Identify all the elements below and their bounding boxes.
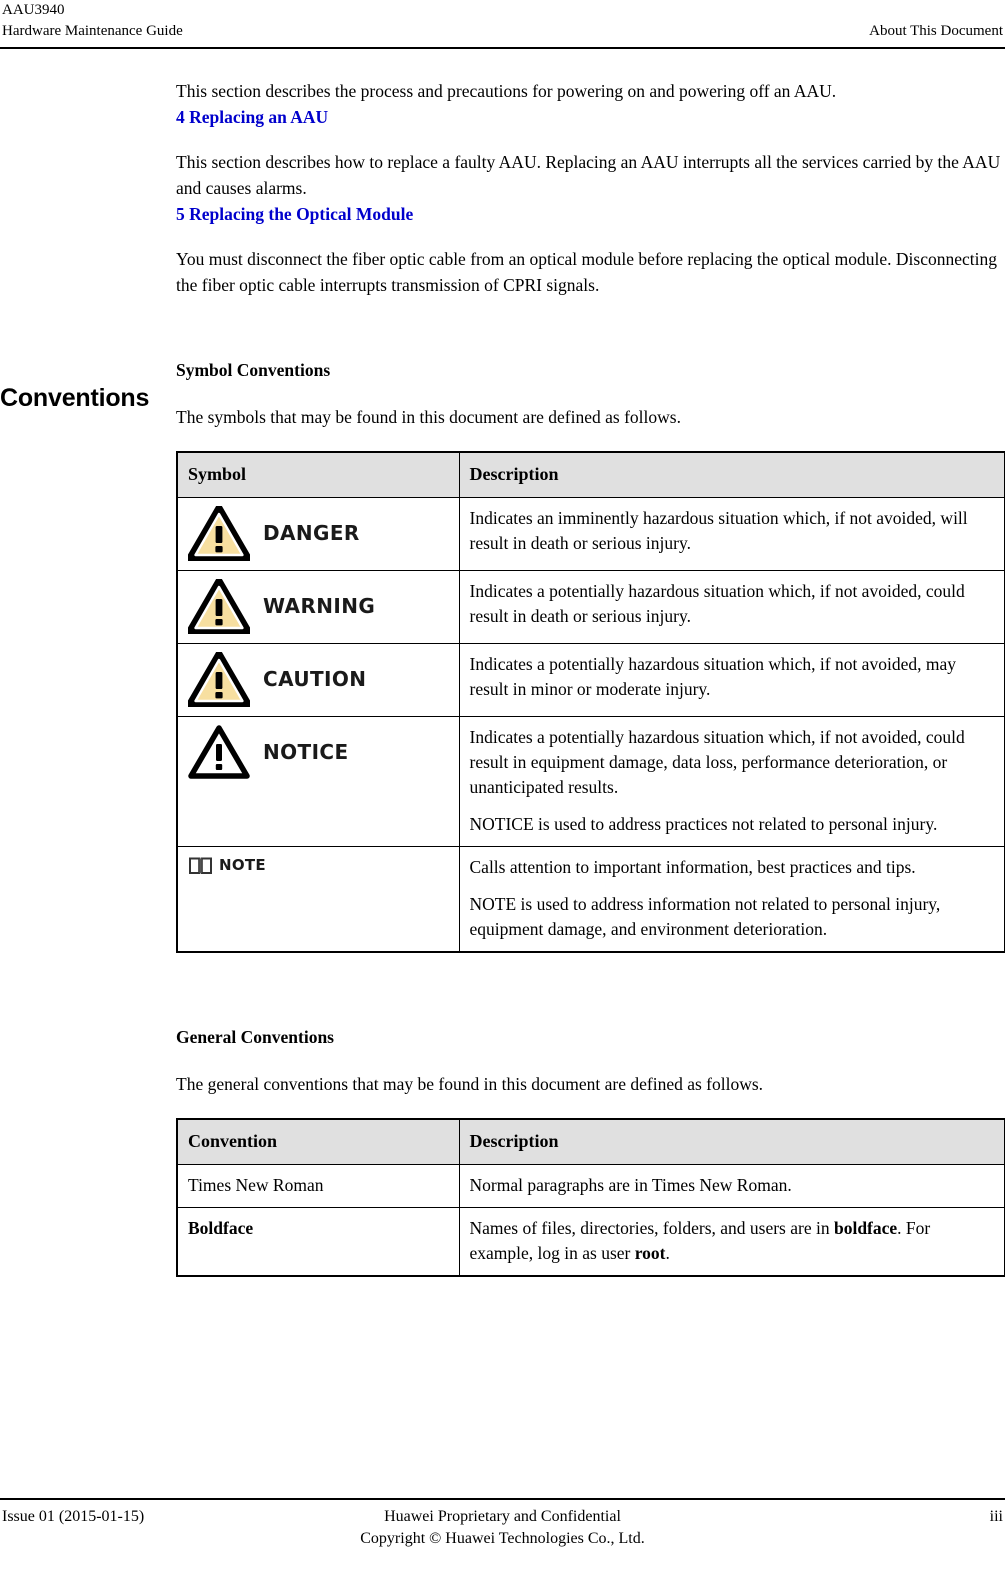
paragraph-replacing-the-optical-module: You must disconnect the fiber optic cabl… <box>176 249 997 295</box>
description-text: Indicates a potentially hazardous situat… <box>469 654 956 699</box>
table-row: WARNING Indicates a potentially hazardou… <box>176 570 1005 644</box>
symbol-conventions-heading: Symbol Conventions <box>176 360 331 380</box>
description-cell-times-new-roman: Normal paragraphs are in Times New Roman… <box>458 1164 1005 1208</box>
notice-symbol-group: NOTICE <box>188 725 449 780</box>
notice-symbol-label: NOTICE <box>263 740 349 764</box>
description-text: Calls attention to important information… <box>469 857 916 877</box>
symbol-conventions-table: Symbol Description DANGER Indicates an i… <box>176 451 1005 953</box>
note-symbol-label: NOTE <box>219 856 266 874</box>
header-rule <box>0 47 1005 49</box>
general-conventions-heading: General Conventions <box>176 1027 334 1047</box>
description-text: Indicates an imminently hazardous situat… <box>469 508 968 553</box>
convention-cell-boldface: Boldface <box>176 1207 460 1277</box>
convention-cell-times-new-roman: Times New Roman <box>176 1164 460 1208</box>
column-header-description: Description <box>458 451 1005 498</box>
page-footer: Issue 01 (2015-01-15) Huawei Proprietary… <box>0 1498 1005 1570</box>
symbol-cell-notice: NOTICE <box>176 716 460 847</box>
column-header-symbol: Symbol <box>176 451 460 498</box>
document-content: This section describes the process and p… <box>176 78 1005 1277</box>
header-guide-title: Hardware Maintenance Guide <box>2 23 183 39</box>
symbol-cell-danger: DANGER <box>176 497 460 571</box>
description-cell-note: Calls attention to important information… <box>458 846 1005 953</box>
header-document-id: AAU3940 <box>2 2 65 18</box>
general-conventions-table: Convention Description Times New Roman N… <box>176 1118 1005 1277</box>
column-header-convention: Convention <box>176 1118 460 1165</box>
column-header-description: Description <box>458 1118 1005 1165</box>
footer-proprietary: Huawei Proprietary and Confidential Copy… <box>0 1506 1005 1550</box>
description-cell-notice: Indicates a potentially hazardous situat… <box>458 716 1005 847</box>
table-row: DANGER Indicates an imminently hazardous… <box>176 497 1005 571</box>
table-header-row: Symbol Description <box>176 451 1005 498</box>
symbol-cell-caution: CAUTION <box>176 643 460 717</box>
symbol-conventions-intro: The symbols that may be found in this do… <box>176 407 681 427</box>
note-book-icon <box>189 857 212 874</box>
danger-triangle-icon <box>188 506 250 561</box>
danger-symbol-label: DANGER <box>263 521 360 545</box>
caution-symbol-group: CAUTION <box>188 652 449 707</box>
note-symbol-group: NOTE <box>188 853 449 878</box>
symbol-cell-warning: WARNING <box>176 570 460 644</box>
description-cell-warning: Indicates a potentially hazardous situat… <box>458 570 1005 644</box>
warning-triangle-icon <box>188 579 250 634</box>
caution-symbol-label: CAUTION <box>263 667 367 691</box>
footer-proprietary-line2: Copyright © Huawei Technologies Co., Ltd… <box>360 1530 645 1547</box>
footer-rule <box>0 1498 1005 1500</box>
description-text: Indicates a potentially hazardous situat… <box>469 581 965 626</box>
footer-proprietary-line1: Huawei Proprietary and Confidential <box>384 1508 621 1525</box>
description-cell-danger: Indicates an imminently hazardous situat… <box>458 497 1005 571</box>
warning-symbol-group: WARNING <box>188 579 449 634</box>
general-conventions-intro: The general conventions that may be foun… <box>176 1074 764 1094</box>
notice-triangle-icon <box>188 725 250 779</box>
footer-page-number: iii <box>989 1508 1003 1525</box>
description-cell-caution: Indicates a potentially hazardous situat… <box>458 643 1005 717</box>
caution-triangle-icon <box>188 652 250 707</box>
danger-symbol-group: DANGER <box>188 506 449 561</box>
table-row: NOTICE Indicates a potentially hazardous… <box>176 716 1005 847</box>
table-row: Boldface Names of files, directories, fo… <box>176 1207 1005 1277</box>
link-replacing-an-aau[interactable]: 4 Replacing an AAU <box>176 104 1004 130</box>
description-cell-boldface: Names of files, directories, folders, an… <box>458 1207 1005 1277</box>
intro-paragraph: This section describes the process and p… <box>176 81 837 101</box>
table-header-row: Convention Description <box>176 1118 1005 1165</box>
table-row: NOTE Calls attention to important inform… <box>176 846 1005 953</box>
description-text: Indicates a potentially hazardous situat… <box>469 727 965 797</box>
description-text-secondary: NOTICE is used to address practices not … <box>469 814 938 834</box>
description-text-secondary: NOTE is used to address information not … <box>469 894 941 939</box>
table-row: CAUTION Indicates a potentially hazardou… <box>176 643 1005 717</box>
table-row: Times New Roman Normal paragraphs are in… <box>176 1164 1005 1208</box>
warning-symbol-label: WARNING <box>263 594 376 618</box>
link-replacing-the-optical-module[interactable]: 5 Replacing the Optical Module <box>176 201 1004 227</box>
page-header: AAU3940 Hardware Maintenance Guide About… <box>0 0 1005 50</box>
header-section-name: About This Document <box>869 23 1003 39</box>
paragraph-replacing-an-aau: This section describes how to replace a … <box>176 152 1001 198</box>
symbol-cell-note: NOTE <box>176 846 460 953</box>
